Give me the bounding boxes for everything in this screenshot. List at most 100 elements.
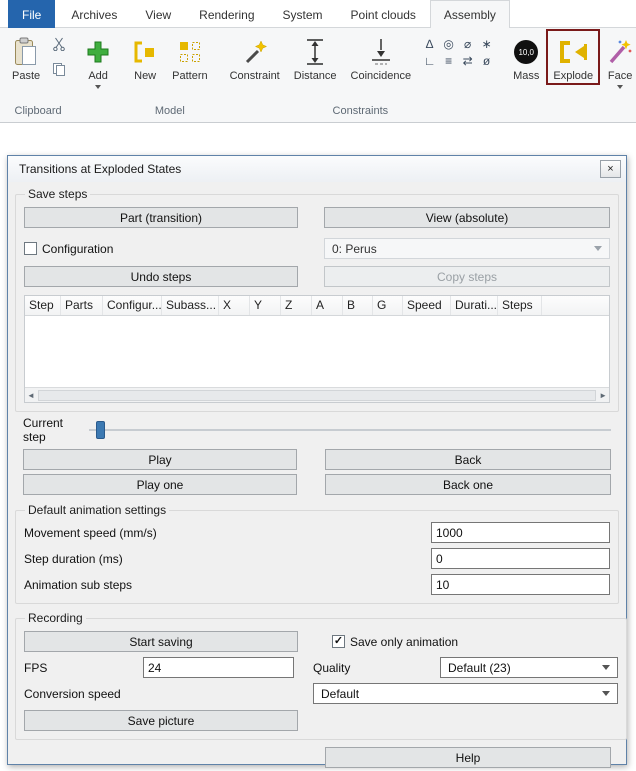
back-one-button[interactable]: Back one: [325, 474, 611, 495]
symmetry-constraint-icon[interactable]: ≡: [439, 53, 458, 70]
column-header-subassembly[interactable]: Subass...: [162, 296, 219, 315]
play-one-button[interactable]: Play one: [23, 474, 297, 495]
column-header-x[interactable]: X: [219, 296, 250, 315]
column-header-z[interactable]: Z: [281, 296, 312, 315]
step-duration-label: Step duration (ms): [24, 552, 123, 566]
quality-label: Quality: [313, 661, 440, 675]
tab-point-clouds[interactable]: Point clouds: [337, 0, 430, 28]
configuration-label: Configuration: [42, 242, 113, 256]
save-picture-button[interactable]: Save picture: [24, 710, 298, 731]
column-header-parts[interactable]: Parts: [61, 296, 103, 315]
equal-distance-constraint-icon[interactable]: ⇄: [458, 53, 477, 70]
quality-combo[interactable]: Default (23): [440, 657, 618, 678]
add-group: Add: [76, 28, 120, 122]
steps-table-body[interactable]: [25, 316, 609, 387]
parallel-constraint-icon[interactable]: ø: [477, 53, 496, 70]
column-header-a[interactable]: A: [312, 296, 343, 315]
add-plus-icon: [86, 34, 110, 70]
tab-system[interactable]: System: [269, 0, 337, 28]
help-button[interactable]: Help: [325, 747, 611, 768]
ribbon-toolbar: Paste: [0, 28, 636, 123]
mass-button[interactable]: 10,0 Mass: [506, 29, 546, 85]
column-header-configuration[interactable]: Configur...: [103, 296, 162, 315]
face-wand-icon: [607, 34, 633, 70]
tangent-constraint-icon[interactable]: ⌀: [458, 36, 477, 53]
configuration-combo[interactable]: 0: Perus: [324, 238, 610, 259]
start-saving-button[interactable]: Start saving: [24, 631, 298, 652]
tab-file[interactable]: File: [8, 0, 55, 28]
part-transition-button[interactable]: Part (transition): [24, 207, 298, 228]
current-step-slider[interactable]: [89, 419, 611, 441]
undo-steps-button[interactable]: Undo steps: [24, 266, 298, 287]
fps-input[interactable]: [143, 657, 294, 678]
fix-constraint-icon[interactable]: ∗: [477, 36, 496, 53]
cut-button[interactable]: [50, 38, 68, 54]
scroll-left-icon[interactable]: ◄: [27, 391, 35, 400]
column-header-steps[interactable]: Steps: [498, 296, 542, 315]
configuration-checkbox[interactable]: Configuration: [24, 242, 113, 256]
conversion-speed-combo[interactable]: Default: [313, 683, 618, 704]
checkbox-checked-box: ✓: [332, 635, 345, 648]
app-window: File Archives View Rendering System Poin…: [0, 0, 636, 771]
current-step-label: Current step: [23, 416, 89, 444]
scroll-right-icon[interactable]: ►: [599, 391, 607, 400]
slider-track[interactable]: [89, 429, 611, 431]
paste-clipboard-icon: [14, 34, 38, 70]
model-group: New Pattern Mo: [122, 28, 217, 122]
column-header-step[interactable]: Step: [25, 296, 61, 315]
movement-speed-input[interactable]: [431, 522, 610, 543]
column-header-speed[interactable]: Speed: [403, 296, 451, 315]
column-header-y[interactable]: Y: [250, 296, 281, 315]
explode-icon: [557, 34, 589, 70]
group-label-add: [76, 105, 120, 122]
constraint-button[interactable]: Constraint: [223, 29, 287, 85]
quality-value: Default (23): [448, 661, 511, 675]
perpendicular-constraint-icon[interactable]: ∟: [420, 53, 439, 70]
save-only-animation-checkbox[interactable]: ✓ Save only animation: [332, 635, 618, 649]
transitions-dialog: Transitions at Exploded States × Save st…: [7, 155, 627, 765]
scrollbar-thumb[interactable]: [38, 390, 596, 401]
back-button[interactable]: Back: [325, 449, 611, 470]
configuration-value: 0: Perus: [332, 242, 377, 256]
column-header-b[interactable]: B: [343, 296, 373, 315]
conversion-speed-value: Default: [321, 687, 359, 701]
copy-button[interactable]: [50, 63, 68, 79]
clipboard-mini-buttons: [47, 29, 71, 79]
tab-archives[interactable]: Archives: [57, 0, 131, 28]
movement-speed-label: Movement speed (mm/s): [24, 526, 157, 540]
scissors-icon: [52, 37, 66, 56]
add-dropdown-icon: [95, 85, 101, 89]
table-horizontal-scrollbar[interactable]: ◄ ►: [25, 387, 609, 402]
current-step-row: Current step: [23, 419, 611, 441]
new-button[interactable]: New: [125, 29, 165, 85]
face-button[interactable]: Face: [600, 29, 636, 91]
face-dropdown-icon: [617, 85, 623, 89]
tab-view[interactable]: View: [131, 0, 185, 28]
column-header-duration[interactable]: Durati...: [451, 296, 498, 315]
chevron-down-icon: [594, 246, 602, 251]
animation-sub-steps-label: Animation sub steps: [24, 578, 132, 592]
dialog-title: Transitions at Exploded States: [19, 162, 600, 176]
concentric-constraint-icon[interactable]: ◎: [439, 36, 458, 53]
add-button[interactable]: Add: [79, 29, 117, 91]
dialog-titlebar[interactable]: Transitions at Exploded States ×: [8, 156, 626, 182]
pattern-button[interactable]: Pattern: [165, 29, 214, 85]
coincidence-button[interactable]: Coincidence: [344, 29, 419, 85]
view-absolute-button[interactable]: View (absolute): [324, 207, 610, 228]
column-header-g[interactable]: G: [373, 296, 403, 315]
animation-sub-steps-input[interactable]: [431, 574, 610, 595]
checkbox-box: [24, 242, 37, 255]
step-duration-input[interactable]: [431, 548, 610, 569]
play-button[interactable]: Play: [23, 449, 297, 470]
paste-button[interactable]: Paste: [5, 29, 47, 85]
tab-rendering[interactable]: Rendering: [185, 0, 268, 28]
pattern-icon: [177, 34, 203, 70]
distance-button[interactable]: Distance: [287, 29, 344, 85]
tab-assembly[interactable]: Assembly: [430, 0, 510, 28]
angle-constraint-icon[interactable]: ∆: [420, 36, 439, 53]
constraint-mini-buttons: ∆ ◎ ⌀ ∗ ∟ ≡ ⇄ ø: [418, 29, 498, 70]
close-button[interactable]: ×: [600, 160, 621, 178]
explode-button[interactable]: Explode: [546, 29, 600, 85]
slider-thumb[interactable]: [96, 421, 105, 439]
copy-steps-button[interactable]: Copy steps: [324, 266, 610, 287]
